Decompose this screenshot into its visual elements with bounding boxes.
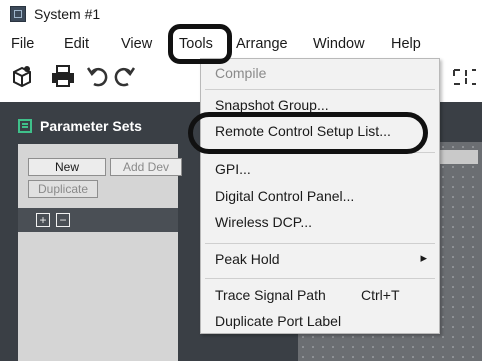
menu-item-trace-signal-path[interactable]: Trace Signal Path: [215, 287, 326, 303]
tree-toolbar: + −: [18, 208, 178, 232]
parameter-sets-title: Parameter Sets: [40, 118, 142, 134]
expand-all-button[interactable]: +: [36, 213, 50, 227]
menu-item-remote-control-setup-list[interactable]: Remote Control Setup List...: [215, 123, 391, 139]
shortcut-trace-signal-path: Ctrl+T: [361, 287, 400, 303]
menu-tools[interactable]: Tools: [179, 36, 213, 52]
menu-item-gpi[interactable]: GPI...: [215, 161, 251, 177]
app-icon: [10, 6, 26, 22]
menu-item-wireless-dcp[interactable]: Wireless DCP...: [215, 214, 312, 230]
undo-icon[interactable]: [86, 64, 110, 91]
collapse-all-button[interactable]: −: [56, 213, 70, 227]
menu-item-snapshot-group[interactable]: Snapshot Group...: [215, 97, 329, 113]
menu-separator: [205, 278, 435, 279]
add-device-button[interactable]: Add Dev: [110, 158, 182, 176]
parameter-sets-panel: New Add Dev Duplicate + −: [18, 144, 182, 361]
align-icon[interactable]: [452, 68, 478, 89]
menu-item-compile[interactable]: Compile: [215, 65, 266, 81]
window-title: System #1: [34, 6, 101, 22]
menu-file[interactable]: File: [11, 36, 34, 52]
print-icon[interactable]: [50, 64, 76, 91]
redo-icon[interactable]: [112, 64, 136, 91]
parameter-sets-header: Parameter Sets: [18, 114, 142, 138]
menu-bar: File Edit View Tools Arrange Window Help: [0, 30, 482, 60]
duplicate-button[interactable]: Duplicate: [28, 180, 98, 198]
menu-arrange[interactable]: Arrange: [236, 36, 288, 52]
menu-item-peak-hold[interactable]: Peak Hold: [215, 251, 280, 267]
new-button[interactable]: New: [28, 158, 106, 176]
menu-edit[interactable]: Edit: [64, 36, 89, 52]
tools-dropdown-menu: Compile Snapshot Group... Remote Control…: [200, 58, 440, 334]
menu-item-duplicate-port-label[interactable]: Duplicate Port Label: [215, 313, 341, 329]
menu-separator: [205, 152, 435, 153]
menu-separator: [205, 243, 435, 244]
menu-item-digital-control-panel[interactable]: Digital Control Panel...: [215, 188, 354, 204]
menu-help[interactable]: Help: [391, 36, 421, 52]
menu-view[interactable]: View: [121, 36, 152, 52]
menu-window[interactable]: Window: [313, 36, 365, 52]
submenu-arrow-icon: ▸: [420, 250, 427, 265]
list-icon: [18, 119, 32, 133]
box-icon[interactable]: [10, 64, 34, 91]
title-bar: System #1: [0, 0, 482, 28]
ruler: [438, 150, 478, 164]
menu-separator: [205, 89, 435, 90]
